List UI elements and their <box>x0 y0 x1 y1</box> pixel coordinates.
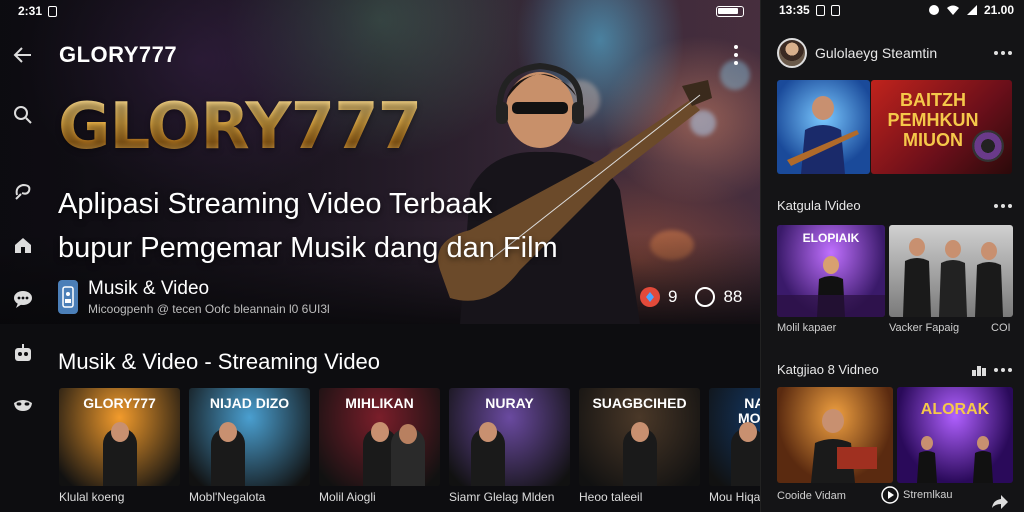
video-thumbnail[interactable]: SUAGBCIHED <box>579 388 700 486</box>
channel-name: Gulolaeyg Steamtin <box>815 45 938 61</box>
video-thumbnail[interactable]: NIJAD DIZO <box>189 388 310 486</box>
alarm-icon <box>928 5 939 15</box>
more-horizontal-icon[interactable] <box>994 51 1012 55</box>
more-horizontal-icon[interactable] <box>994 367 1012 372</box>
promo-title: BAITZH PEMHKUN MIUON <box>887 90 979 150</box>
play-circle-icon[interactable] <box>881 486 899 504</box>
status-icons-right: 21.00 <box>928 3 1014 17</box>
status-time: 2:31 <box>18 4 43 18</box>
video-card-extra: COI <box>991 322 1011 334</box>
video-card[interactable] <box>777 387 893 483</box>
view-count: 88 <box>723 287 743 306</box>
signal-icon <box>966 5 977 15</box>
section-title: Musik & Video - Streaming Video <box>58 349 381 374</box>
video-card-label-row: Stremlkau <box>881 486 953 504</box>
thumbnail-title: NURAY <box>485 395 534 411</box>
status-bar: 2:31 <box>18 4 58 18</box>
hero-headline: Aplipasi Streaming Video Terbaak bupur P… <box>58 182 558 270</box>
robot-icon[interactable] <box>12 342 34 364</box>
like-icon[interactable] <box>640 287 660 307</box>
thumbnail-label: Heoo taleeil <box>579 490 643 504</box>
video-card[interactable]: ALORAK <box>897 387 1013 483</box>
side-rail <box>0 40 44 440</box>
thumbnail-title: SUAGBCIHED <box>592 395 687 411</box>
video-card-label: Molil kapaer <box>777 322 837 334</box>
status-right-text: 21.00 <box>983 3 1014 17</box>
thumbnail-label: Mou Hiqao <box>709 490 760 504</box>
category-name: Musik & Video <box>88 278 210 299</box>
section-3-header[interactable]: Katgjiao 8 Vidneo <box>777 362 1012 377</box>
more-horizontal-icon[interactable] <box>994 203 1012 208</box>
channel-header[interactable]: Gulolaeyg Steamtin <box>777 38 1012 68</box>
promo-card-right[interactable]: BAITZH PEMHKUN MIUON <box>871 80 1012 174</box>
status-time-right: 13:35 <box>779 3 810 17</box>
home-icon[interactable] <box>12 234 34 256</box>
headline-line-1: Aplipasi Streaming Video Terbaak <box>58 188 493 220</box>
thumbnail-label: Mobl'Negalota <box>189 490 266 504</box>
video-thumbnail[interactable]: GLORY777 <box>59 388 180 486</box>
video-card-label: Vacker Fapaig <box>889 322 960 334</box>
music-video-icon <box>58 280 78 314</box>
wifi-icon <box>946 5 959 15</box>
thumbnail-title: NAAKK MOVILES <box>737 395 760 426</box>
mask-icon[interactable] <box>12 394 34 416</box>
video-thumbnail[interactable]: NAAKK MOVILES <box>709 388 760 486</box>
bar-chart-icon[interactable] <box>972 364 986 376</box>
section-2-header[interactable]: Katgula lVideo <box>777 198 1012 213</box>
category-row[interactable]: Musik & Video Micoogpenh @ tecen Oofc bl… <box>58 278 330 316</box>
hero-stats: 9 88 <box>640 287 742 307</box>
thumbnail-label: Siamr Glelag Mlden <box>449 490 555 504</box>
video-thumbnail[interactable]: MIHLIKAN <box>319 388 440 486</box>
video-card-title: ALORAK <box>920 401 990 418</box>
section-3-title: Katgjiao 8 Vidneo <box>777 362 879 377</box>
headline-line-2: bupur Pemgemar Musik dang dan Film <box>58 232 558 264</box>
comment-icon[interactable] <box>695 287 716 307</box>
video-card-label: Stremlkau <box>903 489 953 501</box>
like-count: 9 <box>668 287 678 306</box>
video-card[interactable] <box>889 225 1013 317</box>
promo-card-left[interactable] <box>777 80 870 174</box>
section-2-title: Katgula lVideo <box>777 198 861 213</box>
sim-icon <box>48 5 58 17</box>
thumbnail-title: NIJAD DIZO <box>209 395 290 411</box>
avatar <box>777 38 807 68</box>
thumbnail-title: MIHLIKAN <box>345 395 414 411</box>
video-card[interactable]: ELOPIAIK <box>777 225 885 317</box>
video-thumbnail-row: GLORY777 NIJAD DIZO MIHLIKAN NURAY SUAGBCIHE… <box>59 388 760 486</box>
thumbnail-label: Molil Aiogli <box>319 490 376 504</box>
chat-icon[interactable] <box>12 288 34 310</box>
sim-icon <box>830 4 840 16</box>
video-thumbnail[interactable]: NURAY <box>449 388 570 486</box>
arrow-left-icon[interactable] <box>12 44 34 66</box>
main-pane: 2:31 GLORY777 GLORY777 Aplipasi Streamin… <box>0 0 760 512</box>
status-bar-right: 13:35 <box>779 3 840 17</box>
thumbnail-title: GLORY777 <box>83 395 156 411</box>
more-vertical-icon[interactable] <box>726 44 746 66</box>
video-card-label: Cooide Vidam <box>777 490 846 502</box>
search-icon[interactable] <box>12 104 34 126</box>
swirl-icon[interactable] <box>12 180 34 202</box>
battery-icon <box>716 6 744 17</box>
side-panel: 13:35 21.00 Gulolaeyg Steamtin BAITZH PE… <box>760 0 1024 512</box>
brand-logo: GLORY777 <box>58 90 422 164</box>
app-title: GLORY777 <box>59 42 178 67</box>
thumbnail-label: Klulal koeng <box>59 490 125 504</box>
video-card-title: ELOPIAIK <box>802 231 860 245</box>
category-subtitle: Micoogpenh @ tecen Oofc bleannain l0 6UI… <box>88 302 330 316</box>
share-icon[interactable] <box>991 494 1009 510</box>
sim-icon <box>815 4 825 16</box>
